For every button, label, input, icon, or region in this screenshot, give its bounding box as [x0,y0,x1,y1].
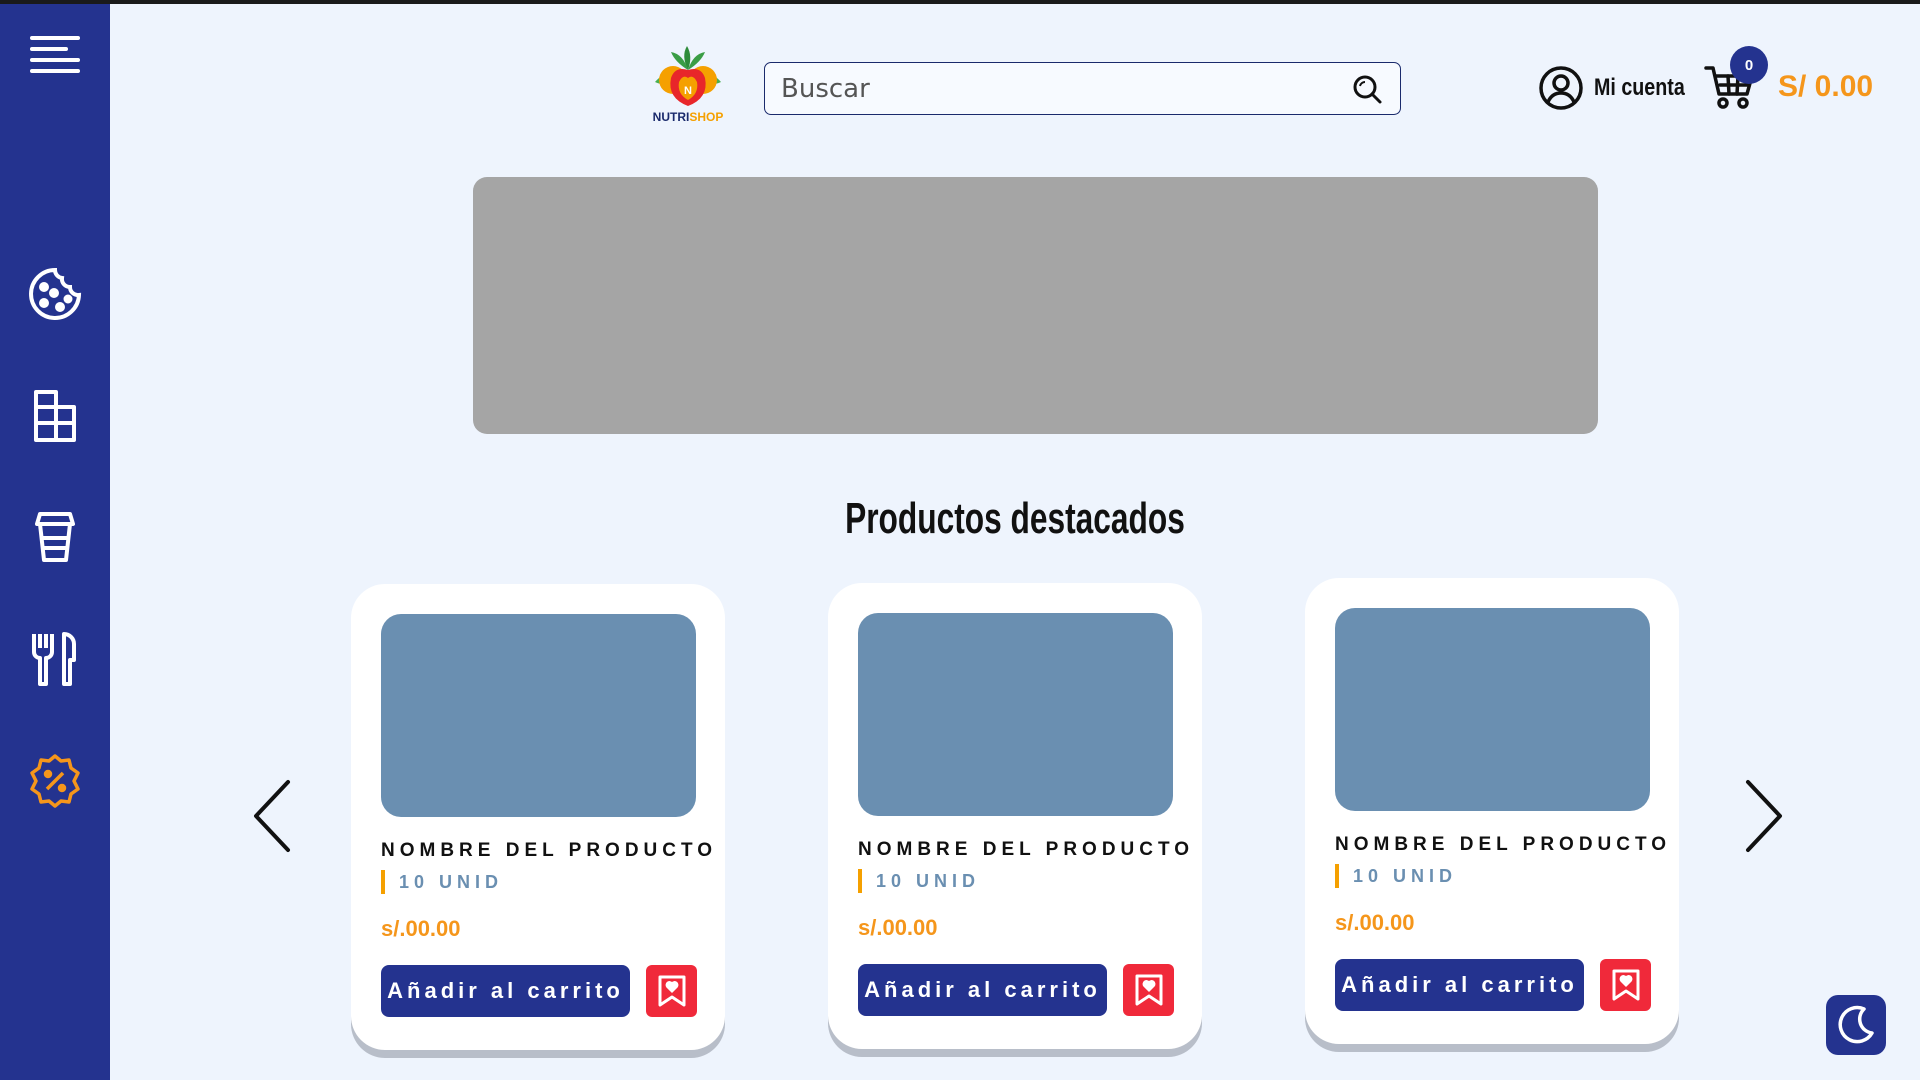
logo-fruit-icon: N [655,46,721,106]
product-price: s/.00.00 [1335,910,1415,935]
carousel-prev-button[interactable] [250,776,300,856]
hamburger-menu-icon[interactable] [0,10,110,100]
product-price: s/.00.00 [858,915,938,940]
search-bar [764,62,1401,115]
bookmark-heart-icon [1612,969,1639,1001]
cart-total: S/ 0.00 [1778,70,1874,103]
logo-text-nutri: NUTRI [652,110,690,124]
sidebar-item-cookies[interactable] [0,249,110,339]
account-label: Mi cuenta [1594,74,1685,101]
product-card[interactable]: NOMBRE DEL PRODUCTO 10 UNID s/.00.00 Aña… [828,583,1202,1049]
dark-mode-toggle[interactable] [1826,995,1886,1055]
discount-badge-icon [30,754,80,808]
product-price: s/.00.00 [381,916,461,941]
logo-text-shop: SHOP [689,110,724,124]
bookmark-button[interactable] [646,965,697,1017]
user-circle-icon [1539,66,1583,110]
bookmark-button[interactable] [1600,959,1651,1011]
add-to-cart-button[interactable]: Añadir al carrito [858,964,1107,1016]
sidebar-item-drinks[interactable] [0,492,110,582]
bookmark-heart-icon [658,975,685,1007]
chevron-right-icon [1746,780,1782,852]
product-quantity: 10 UNID [381,870,503,894]
search-icon[interactable] [1350,72,1384,106]
svg-text:N: N [684,85,692,97]
search-input[interactable] [781,73,1350,104]
nutrishop-logo[interactable]: N NUTRISHOP [640,42,736,128]
promo-banner[interactable] [473,177,1598,434]
sidebar-item-offers[interactable] [0,736,110,826]
add-to-cart-button[interactable]: Añadir al carrito [381,965,630,1017]
product-image [381,614,696,817]
moon-icon [1838,1005,1874,1044]
sidebar-item-food[interactable] [0,614,110,704]
cart-button[interactable]: 0 [1704,46,1768,112]
sidebar [0,4,110,1080]
section-title: Productos destacados [845,494,1185,543]
account-button[interactable]: Mi cuenta [1538,64,1705,112]
product-quantity: 10 UNID [1335,864,1457,888]
sidebar-item-grid[interactable] [0,371,110,461]
cart-count-badge: 0 [1730,46,1768,84]
fork-knife-icon [32,632,76,686]
product-card[interactable]: NOMBRE DEL PRODUCTO 10 UNID s/.00.00 Aña… [1305,578,1679,1044]
bookmark-button[interactable] [1123,964,1174,1016]
chevron-left-icon [254,780,290,852]
product-card[interactable]: NOMBRE DEL PRODUCTO 10 UNID s/.00.00 Aña… [351,584,725,1050]
cookie-icon [29,267,82,320]
product-name: NOMBRE DEL PRODUCTO [858,839,1195,860]
carousel-next-button[interactable] [1736,776,1786,856]
bookmark-heart-icon [1135,974,1162,1006]
product-name: NOMBRE DEL PRODUCTO [1335,834,1672,855]
add-to-cart-button[interactable]: Añadir al carrito [1335,959,1584,1011]
product-image [1335,608,1650,811]
grid-table-icon [34,390,76,442]
product-quantity: 10 UNID [858,869,980,893]
product-image [858,613,1173,816]
product-name: NOMBRE DEL PRODUCTO [381,840,718,861]
cup-icon [35,512,75,562]
